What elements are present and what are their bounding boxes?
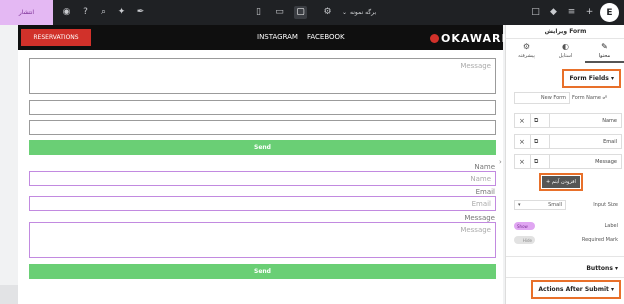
tab-content[interactable]: ✎ محتوا <box>585 41 624 63</box>
input-size-select[interactable]: ▾ Small <box>514 200 566 210</box>
contrast-icon: ◐ <box>562 42 569 51</box>
send-button-top[interactable]: Send <box>29 140 496 155</box>
name-field[interactable]: Name <box>29 171 496 186</box>
actions-after-submit-section[interactable]: Actions After Submit ▾ <box>531 280 621 299</box>
duplicate-icon[interactable]: ⧉ <box>534 138 538 146</box>
layers-icon[interactable]: ◆ <box>547 6 560 19</box>
sparkle-icon[interactable]: ✦ <box>115 6 128 19</box>
tab-advanced-label: پیشرفته <box>518 53 535 59</box>
text-field-top-2[interactable] <box>29 120 496 135</box>
search-icon[interactable]: ⌕ <box>97 6 110 19</box>
repeater-item-label: Email <box>603 139 617 145</box>
caret-down-icon: ▾ <box>610 75 614 82</box>
input-size-label: Input Size <box>593 202 618 208</box>
actions-heading: Actions After Submit <box>538 286 609 293</box>
buttons-section[interactable]: Buttons ▾ <box>586 265 618 272</box>
tab-style-label: استایل <box>558 53 573 59</box>
preview-canvas: RESERVATIONS INSTAGRAM FACEBOOK OKAWARI … <box>0 25 505 304</box>
reservations-button[interactable]: RESERVATIONS <box>21 29 91 46</box>
desktop-view-icon[interactable]: ▢ <box>294 6 307 19</box>
page-name: برگه نمونه <box>350 9 377 16</box>
canvas-handle[interactable] <box>0 285 18 304</box>
message-field[interactable]: Message <box>29 222 496 258</box>
page-selector[interactable]: ⌄ برگه نمونه <box>342 6 376 19</box>
form-fields-heading: Form Fields <box>569 75 609 82</box>
tab-advanced[interactable]: ⚙ پیشرفته <box>507 41 546 63</box>
caret-down-icon: ▾ <box>614 265 618 272</box>
tablet-view-icon[interactable]: ▭ <box>273 6 286 19</box>
form-name-label-text: Form Name <box>572 95 601 101</box>
chat-icon[interactable]: □ <box>529 6 542 19</box>
message-field-top[interactable]: Message <box>29 58 496 94</box>
brush-icon[interactable]: ✒ <box>134 6 147 19</box>
label-toggle[interactable]: Show <box>514 222 535 230</box>
add-icon[interactable]: + <box>583 6 596 19</box>
repeater-item-label: Message <box>595 159 617 165</box>
gear-icon: ⚙ <box>522 42 531 51</box>
editor-panel: ویرایش Form ✎ محتوا ◐ استایل ⚙ پیشرفته F… <box>505 25 624 304</box>
collapse-panel-icon[interactable]: › <box>499 158 502 166</box>
repeater-item-name[interactable]: × ⧉ Name <box>514 113 622 128</box>
tab-content-label: محتوا <box>598 53 611 59</box>
buttons-heading: Buttons <box>586 265 613 272</box>
duplicate-icon[interactable]: ⧉ <box>534 117 538 125</box>
mobile-view-icon[interactable]: ▯ <box>252 6 265 19</box>
duplicate-icon[interactable]: ⧉ <box>534 158 538 166</box>
repeater-item-label: Name <box>602 118 617 124</box>
chevron-down-icon: ⌄ <box>342 9 348 16</box>
link-icon: ☍ <box>602 95 608 101</box>
repeater-item-email[interactable]: × ⧉ Email <box>514 134 622 149</box>
text-field-top-1[interactable] <box>29 100 496 115</box>
label-label: Label <box>604 223 619 229</box>
publish-button[interactable]: انتشار <box>0 0 53 25</box>
page-content: Message Send Name Name Email Email Messa… <box>18 50 503 304</box>
caret-down-icon: ▾ <box>610 286 614 293</box>
name-label: Name <box>474 163 495 171</box>
email-field[interactable]: Email <box>29 196 496 211</box>
input-size-value: Small <box>548 202 562 208</box>
form-name-label: Form Name ☍ <box>572 95 608 101</box>
required-mark-toggle[interactable]: Hide <box>514 236 535 244</box>
plus-icon: + <box>546 179 551 185</box>
brand-mark-icon <box>430 34 439 43</box>
repeater-item-message[interactable]: × ⧉ Message <box>514 154 622 169</box>
add-item-label: افزودن آیتم <box>551 179 576 185</box>
nav-link-instagram[interactable]: INSTAGRAM <box>257 33 298 41</box>
close-icon[interactable]: × <box>519 117 525 125</box>
send-button[interactable]: Send <box>29 264 496 279</box>
required-mark-label: Required Mark <box>581 237 618 243</box>
add-item-button[interactable]: + افزودن آیتم <box>539 173 583 191</box>
editor-toolbar: انتشار ◉ ? ⌕ ✦ ✒ ▯ ▭ ▢ ⚙ ⌄ برگه نمونه □ … <box>0 0 624 25</box>
panel-title: ویرایش Form <box>506 25 624 39</box>
elementor-logo[interactable]: E <box>600 3 619 22</box>
tab-style[interactable]: ◐ استایل <box>546 41 585 63</box>
nav-link-facebook[interactable]: FACEBOOK <box>307 33 345 41</box>
email-label: Email <box>475 188 495 196</box>
brand-name: OKAWARI <box>441 32 505 45</box>
close-icon[interactable]: × <box>519 158 525 166</box>
form-fields-section[interactable]: Form Fields ▾ <box>562 69 621 88</box>
site-header: RESERVATIONS INSTAGRAM FACEBOOK OKAWARI <box>18 25 505 50</box>
help-icon[interactable]: ? <box>79 6 92 19</box>
message-label: Message <box>464 214 495 222</box>
close-icon[interactable]: × <box>519 138 525 146</box>
eye-icon[interactable]: ◉ <box>60 6 73 19</box>
form-name-input[interactable]: New Form <box>514 92 570 104</box>
settings-icon[interactable]: ⚙ <box>321 6 334 19</box>
pencil-icon: ✎ <box>601 42 608 51</box>
chevron-down-icon: ▾ <box>518 202 521 208</box>
sliders-icon[interactable]: ≡ <box>565 6 578 19</box>
brand-logo[interactable]: OKAWARI <box>430 32 505 45</box>
